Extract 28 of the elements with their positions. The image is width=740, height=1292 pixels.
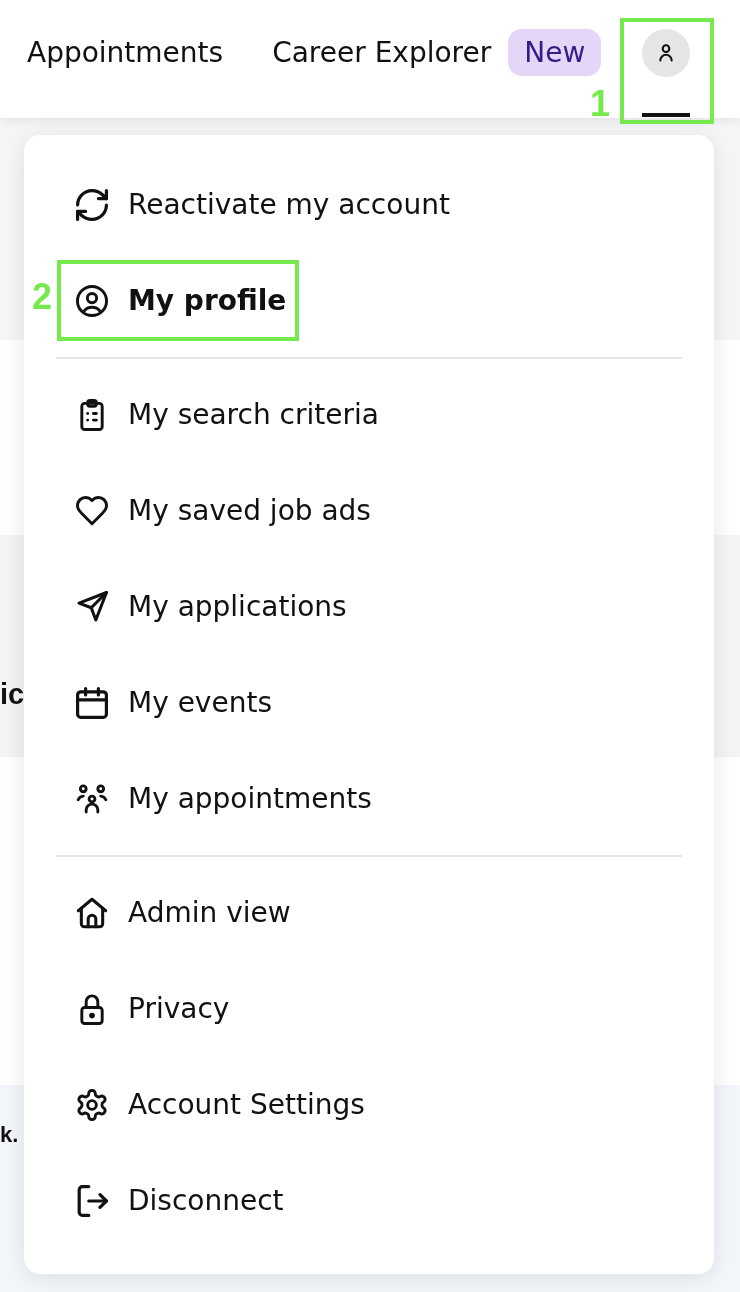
- menu-item[interactable]: My events: [56, 655, 682, 751]
- menu-item[interactable]: My saved job ads: [56, 463, 682, 559]
- callout-number: 2: [32, 279, 53, 315]
- menu-item[interactable]: Disconnect: [56, 1153, 682, 1249]
- menu-item[interactable]: Account Settings: [56, 1057, 682, 1153]
- gear-icon: [76, 1089, 108, 1121]
- profile-button[interactable]: [642, 29, 690, 77]
- callout-number: 1: [590, 86, 611, 122]
- menu-item[interactable]: My profile: [56, 253, 682, 349]
- nav-link[interactable]: Appointments: [27, 29, 224, 76]
- calendar-icon: [76, 687, 108, 719]
- menu-item[interactable]: My appointments: [56, 751, 682, 847]
- house-icon: [76, 897, 108, 929]
- text-fragment: k.: [0, 1124, 19, 1146]
- menu-item[interactable]: Privacy: [56, 961, 682, 1057]
- people-icon: [76, 783, 108, 815]
- heart-icon: [76, 495, 108, 527]
- person-icon: [657, 44, 675, 62]
- refresh-icon: [76, 189, 108, 221]
- user-circle-icon: [76, 285, 108, 317]
- paper-plane-icon: [76, 591, 108, 623]
- nav-link[interactable]: Career Explorer: [272, 29, 492, 76]
- menu-item[interactable]: Reactivate my account: [56, 157, 682, 253]
- heading-fragment: ic: [0, 680, 25, 709]
- new-badge: New: [508, 29, 602, 76]
- menu-item[interactable]: My search criteria: [56, 367, 682, 463]
- menu-item[interactable]: My applications: [56, 559, 682, 655]
- menu-item[interactable]: Admin view: [56, 865, 682, 961]
